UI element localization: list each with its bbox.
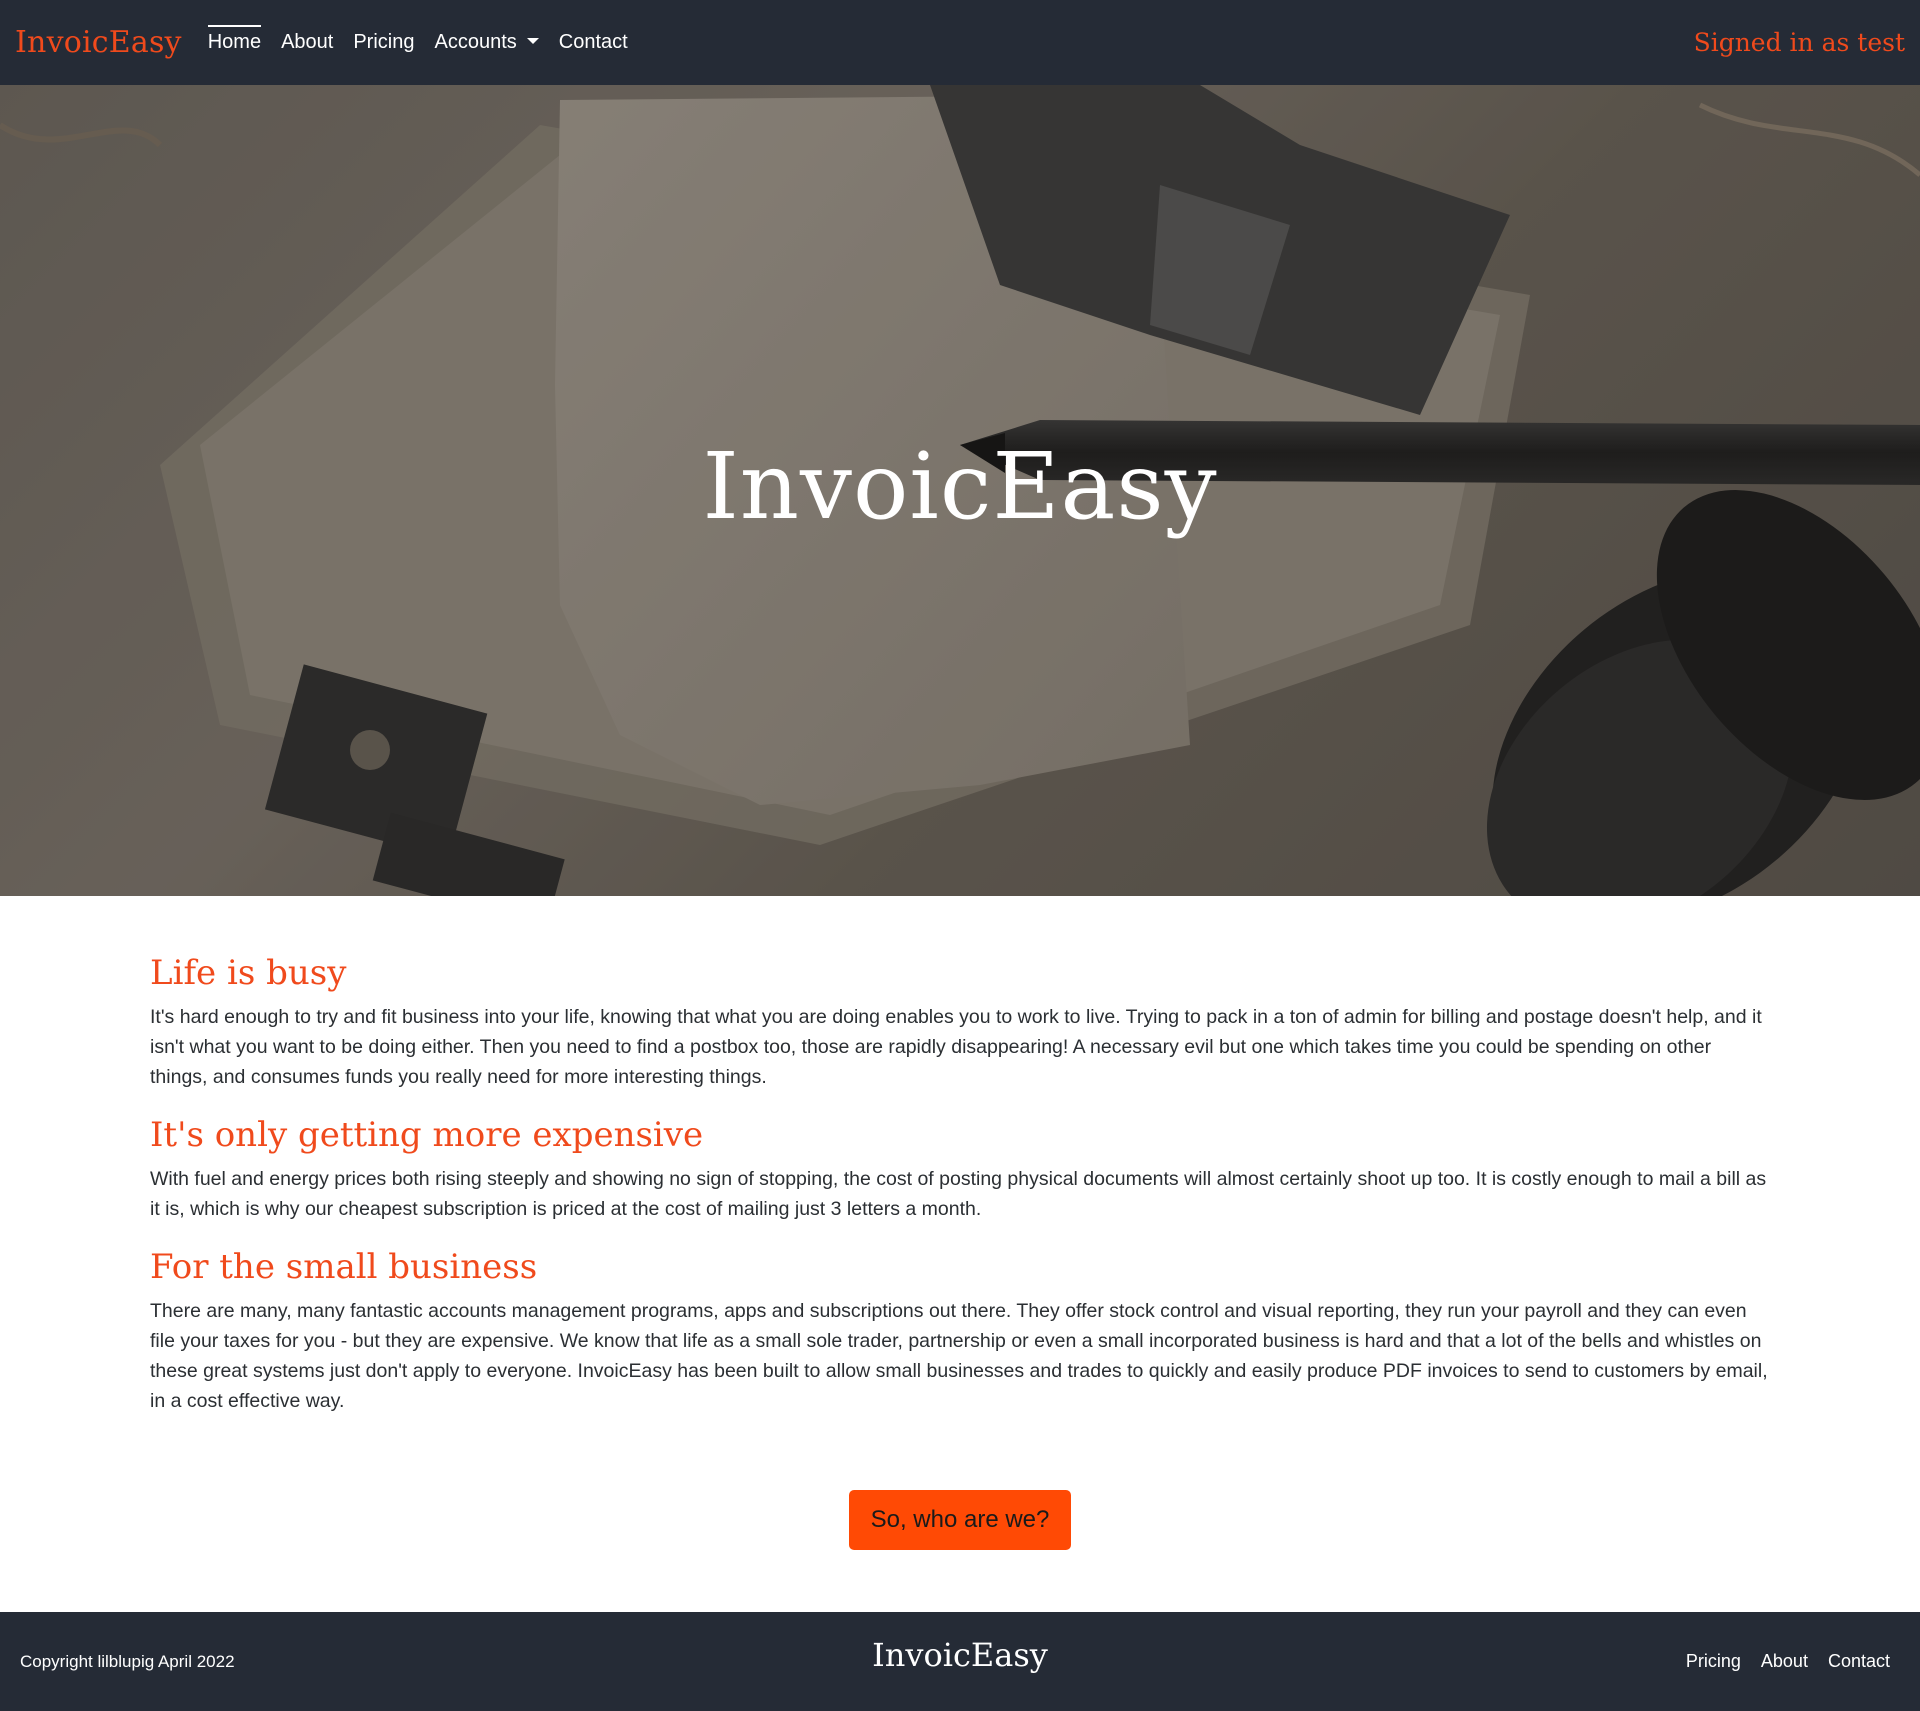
section-heading: Life is busy bbox=[150, 953, 347, 993]
section-body: It's hard enough to try and fit business… bbox=[150, 1006, 1762, 1088]
section-heading: For the small business bbox=[150, 1247, 538, 1287]
section-body: With fuel and energy prices both rising … bbox=[150, 1168, 1767, 1220]
nav-item-about[interactable]: About bbox=[271, 0, 343, 85]
footer-brand: InvoicEasy bbox=[872, 1636, 1048, 1674]
page-footer: Copyright lilblupig April 2022 InvoicEas… bbox=[0, 1612, 1920, 1711]
chevron-down-icon bbox=[526, 37, 539, 44]
nav-item-contact[interactable]: Contact bbox=[549, 0, 638, 85]
section-body: There are many, many fantastic accounts … bbox=[150, 1300, 1768, 1412]
main-content: Life is busy It's hard enough to try and… bbox=[150, 950, 1770, 1436]
nav-item-about-label: About bbox=[281, 31, 334, 53]
footer-link-pricing[interactable]: Pricing bbox=[1676, 1651, 1751, 1672]
top-navbar: InvoicEasy Home About Pricing Accounts C… bbox=[0, 0, 1920, 85]
section-small-business: For the small business There are many, m… bbox=[150, 1244, 1770, 1416]
nav-item-pricing-label: Pricing bbox=[353, 31, 415, 53]
nav-item-contact-label: Contact bbox=[558, 31, 628, 53]
nav-item-home-label: Home bbox=[207, 25, 262, 54]
nav-item-home[interactable]: Home bbox=[198, 0, 271, 85]
hero-banner: InvoicEasy bbox=[0, 85, 1920, 896]
hero-title: InvoicEasy bbox=[702, 433, 1218, 540]
footer-link-contact[interactable]: Contact bbox=[1818, 1651, 1900, 1672]
nav-menu: Home About Pricing Accounts Contact bbox=[198, 0, 638, 85]
copyright-text: Copyright lilblupig April 2022 bbox=[20, 1651, 235, 1671]
nav-item-pricing[interactable]: Pricing bbox=[343, 0, 424, 85]
footer-link-about[interactable]: About bbox=[1751, 1651, 1818, 1672]
signed-in-status: Signed in as test bbox=[1693, 28, 1905, 57]
section-heading: It's only getting more expensive bbox=[150, 1115, 704, 1155]
section-life-is-busy: Life is busy It's hard enough to try and… bbox=[150, 950, 1770, 1092]
footer-links: Pricing About Contact bbox=[1676, 1651, 1900, 1672]
navbar-brand[interactable]: InvoicEasy bbox=[15, 25, 182, 60]
who-are-we-button[interactable]: So, who are we? bbox=[848, 1490, 1072, 1550]
cta-container: So, who are we? bbox=[0, 1490, 1920, 1550]
nav-item-accounts-label: Accounts bbox=[434, 31, 517, 53]
section-more-expensive: It's only getting more expensive With fu… bbox=[150, 1112, 1770, 1224]
nav-item-accounts-dropdown[interactable]: Accounts bbox=[424, 0, 548, 85]
